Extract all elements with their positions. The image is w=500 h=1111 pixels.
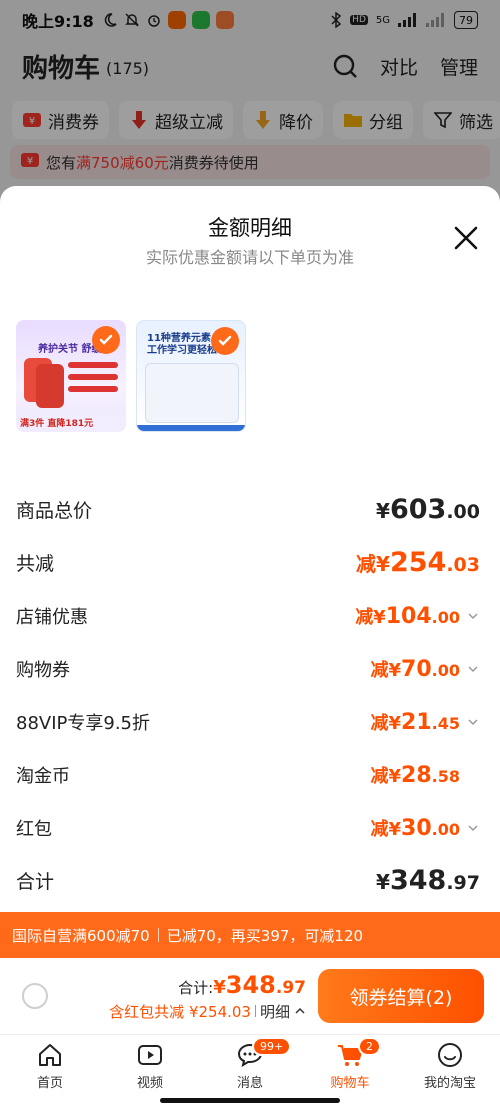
- row-value: 减¥ 28.58: [370, 762, 461, 788]
- row-label: 购物券: [16, 659, 70, 681]
- cart-page-background: 晚上9:18 HD 5G 79 购物车 (175) 对比 管理 ¥ 消费券 超级…: [0, 0, 500, 200]
- total-label: 合计:: [178, 978, 214, 997]
- product-thumb-joint-care[interactable]: 养护关节 舒缓 满3件 直降181元: [16, 320, 126, 432]
- product-label: [68, 362, 118, 368]
- tab-label: 购物车: [330, 1075, 370, 1091]
- row-label: 合计: [16, 871, 55, 893]
- promo-strip[interactable]: 国际自营满600减70 已减70，再买397，可减120: [0, 912, 500, 958]
- row-red-packet[interactable]: 红包 减¥ 30.00: [16, 801, 480, 854]
- checkout-bar: 合计: ¥ 348 .97 含红包共减 ¥254.03 明细 领券结算(2): [0, 958, 500, 1034]
- bottom-tab-bar: 首页 视频 消息 99+ 购物车 2 我的淘宝: [0, 1034, 500, 1096]
- check-icon[interactable]: [211, 327, 239, 355]
- total-dec: .97: [275, 977, 306, 998]
- product-label: [68, 386, 118, 392]
- row-88vip[interactable]: 88VIP专享9.5折 减¥ 21.45: [16, 695, 480, 748]
- row-store-discount[interactable]: 店铺优惠 减¥ 104.00: [16, 589, 480, 642]
- tab-label: 我的淘宝: [423, 1075, 476, 1091]
- message-badge: 99+: [252, 1037, 292, 1056]
- product-label: [68, 374, 118, 380]
- total-int: 348: [225, 970, 276, 999]
- product-thumb-nutrition[interactable]: 11种营养元素 工作学习更轻松: [136, 320, 246, 432]
- row-taojinbi: 淘金币 减¥ 28.58: [16, 748, 480, 801]
- row-shopping-coupon[interactable]: 购物券 减¥ 70.00: [16, 642, 480, 695]
- row-value: ¥603.00: [376, 494, 480, 525]
- row-label: 商品总价: [16, 500, 93, 522]
- row-value: 减¥ 70.00: [370, 656, 461, 682]
- chevron-down-icon: [468, 824, 478, 831]
- row-label: 共减: [16, 553, 55, 575]
- tab-label: 消息: [236, 1075, 263, 1091]
- close-icon[interactable]: [452, 224, 480, 252]
- detail-line[interactable]: 含红包共减 ¥254.03 明细: [109, 1001, 306, 1022]
- promo-text-1: 国际自营满600减70: [12, 926, 150, 945]
- amount-rows: 商品总价 ¥603.00 共减 减¥ 254.03 店铺优惠 减¥ 104.00 购…: [16, 483, 480, 907]
- thumb-footer-bar: [137, 425, 245, 431]
- sheet-title: 金额明细: [208, 216, 292, 240]
- tab-label: 视频: [136, 1075, 163, 1091]
- row-total-discount: 共减 减¥ 254.03: [16, 536, 480, 589]
- cart-badge: 2: [358, 1037, 381, 1056]
- video-icon: [138, 1044, 162, 1065]
- nutrition-table: [145, 363, 239, 423]
- tab-cart[interactable]: 购物车 2: [300, 1035, 400, 1096]
- thumb-footer: 满3件 直降181元: [20, 419, 94, 429]
- row-value: 减¥ 104.00: [355, 603, 460, 629]
- tab-home[interactable]: 首页: [0, 1035, 100, 1096]
- row-value: 减¥ 30.00: [370, 815, 461, 841]
- total-line: 合计: ¥ 348 .97: [109, 971, 306, 999]
- detail-divider: [254, 1005, 256, 1017]
- product-thumbnails: 养护关节 舒缓 满3件 直降181元 11种营养元素 工作学习更轻松: [16, 320, 246, 432]
- sheet-subtitle: 实际优惠金额请以下单页为准: [145, 248, 354, 267]
- discount-detail: 含红包共减 ¥254.03: [109, 1002, 251, 1021]
- chevron-up-icon: [295, 1007, 305, 1014]
- home-icon: [39, 1043, 61, 1066]
- detail-link[interactable]: 明细: [260, 1001, 290, 1022]
- row-subtotal: 商品总价 ¥603.00: [16, 483, 480, 536]
- tab-profile[interactable]: 我的淘宝: [400, 1035, 500, 1096]
- row-grand-total: 合计 ¥348.97: [16, 854, 480, 907]
- row-label: 淘金币: [16, 765, 70, 787]
- thumb-headline: 11种营养元素 工作学习更轻松: [147, 333, 217, 356]
- tab-video[interactable]: 视频: [100, 1035, 200, 1096]
- row-label: 红包: [16, 818, 52, 840]
- row-label: 88VIP专享9.5折: [16, 712, 151, 734]
- select-all-checkbox[interactable]: [22, 983, 48, 1009]
- tab-label: 首页: [36, 1075, 63, 1091]
- check-icon[interactable]: [92, 326, 120, 354]
- modal-overlay[interactable]: [0, 0, 500, 200]
- chevron-down-icon: [468, 718, 478, 725]
- checkout-button[interactable]: 领券结算(2): [318, 969, 484, 1023]
- promo-divider: [157, 928, 159, 942]
- checkout-totals: 合计: ¥ 348 .97 含红包共减 ¥254.03 明细: [109, 971, 306, 1022]
- row-value: 减¥ 21.45: [370, 709, 461, 735]
- row-value: 减¥ 254.03: [356, 547, 480, 578]
- chevron-down-icon: [468, 665, 478, 672]
- row-label: 店铺优惠: [16, 606, 88, 628]
- promo-text-2: 已减70，再买397，可减120: [166, 926, 364, 945]
- home-indicator[interactable]: [160, 1098, 340, 1103]
- chevron-down-icon: [468, 612, 478, 619]
- total-prefix: ¥: [213, 976, 226, 998]
- tab-messages[interactable]: 消息 99+: [200, 1035, 300, 1096]
- profile-icon: [438, 1042, 462, 1067]
- product-bottle: [36, 364, 64, 408]
- row-value: ¥348.97: [376, 865, 480, 896]
